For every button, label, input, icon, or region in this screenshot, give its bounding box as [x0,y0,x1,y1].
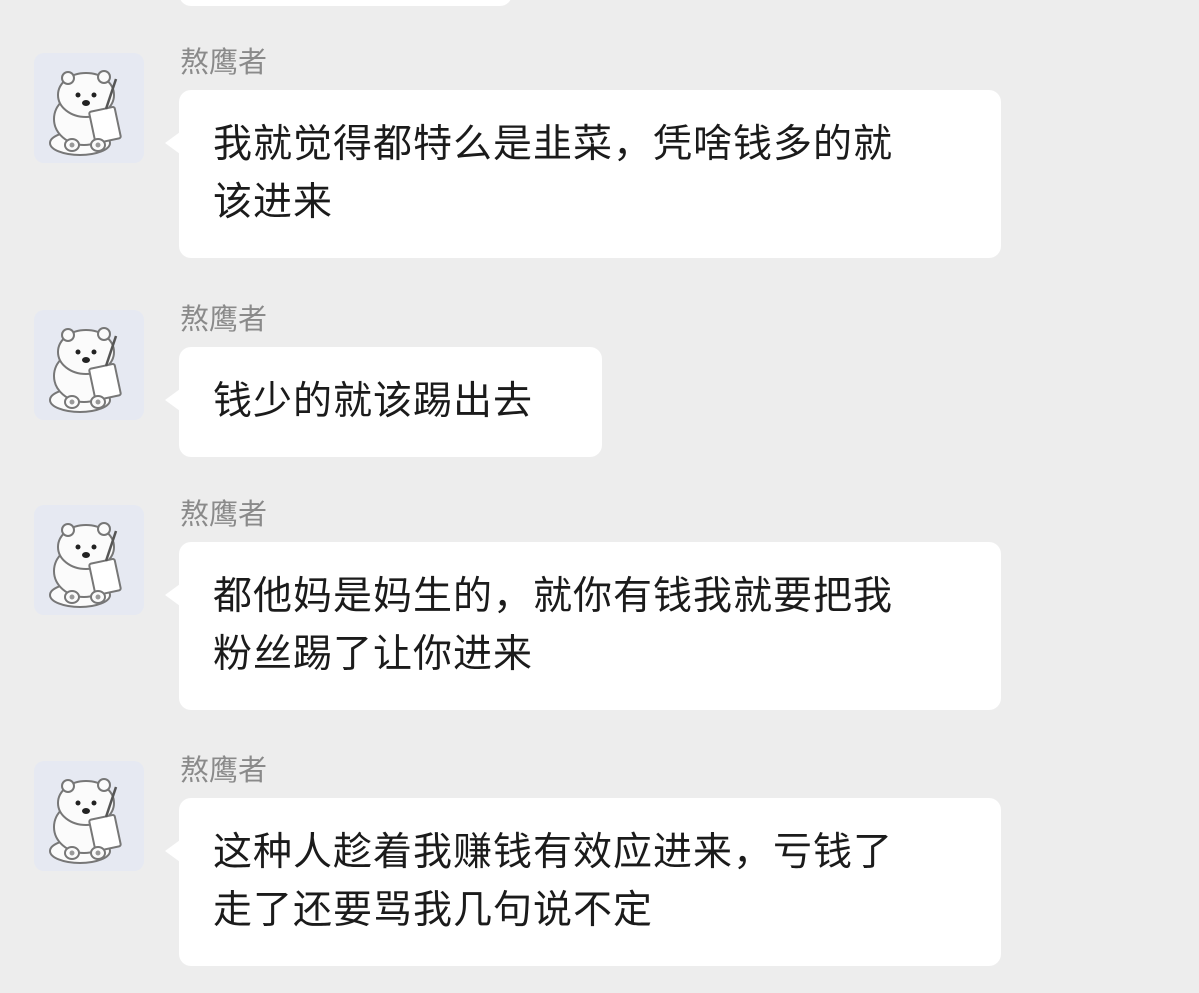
chat-message: 熬鹰者 钱少的就该踢出去 [0,302,1199,462]
polar-bear-writing-icon [49,778,122,864]
message-bubble[interactable]: 都他妈是妈生的，就你有钱我就要把我 粉丝踢了让你进来 [165,542,1001,710]
sender-name: 熬鹰者 [180,45,268,79]
message-bubble[interactable]: 钱少的就该踢出去 [165,347,602,457]
polar-bear-avatar-icon[interactable] [34,761,144,871]
polar-bear-writing-icon [49,522,122,608]
message-bubble-cut-off[interactable] [179,0,512,6]
message-line: 粉丝踢了让你进来 [213,632,534,677]
sender-name: 熬鹰者 [180,753,268,787]
message-line: 我就觉得都特么是韭菜，凭啥钱多的就 [213,122,894,167]
polar-bear-avatar-icon[interactable] [34,310,144,420]
chat-message: 熬鹰者 我就觉得都特么是韭菜，凭啥钱多的就 该进来 [0,45,1199,265]
message-line: 钱少的就该踢出去 [213,379,534,424]
chat-message-list: 熬鹰者 我就觉得都特么是韭菜，凭啥钱多的就 该进来 熬鹰者 钱少的就该踢出去 熬… [0,0,1199,993]
message-bubble[interactable]: 我就觉得都特么是韭菜，凭啥钱多的就 该进来 [165,90,1001,258]
message-line: 该进来 [213,180,334,225]
polar-bear-writing-icon [49,327,122,413]
polar-bear-avatar-icon[interactable] [34,53,144,163]
chat-message: 熬鹰者 这种人趁着我赚钱有效应进来，亏钱了 走了还要骂我几句说不定 [0,753,1199,973]
message-line: 都他妈是妈生的，就你有钱我就要把我 [213,574,894,619]
sender-name: 熬鹰者 [180,302,268,336]
message-line: 这种人趁着我赚钱有效应进来，亏钱了 [213,830,894,875]
polar-bear-avatar-icon[interactable] [34,505,144,615]
chat-message: 熬鹰者 都他妈是妈生的，就你有钱我就要把我 粉丝踢了让你进来 [0,497,1199,717]
message-bubble[interactable]: 这种人趁着我赚钱有效应进来，亏钱了 走了还要骂我几句说不定 [165,798,1001,966]
sender-name: 熬鹰者 [180,497,268,531]
message-line: 走了还要骂我几句说不定 [213,888,654,933]
polar-bear-writing-icon [49,70,122,156]
